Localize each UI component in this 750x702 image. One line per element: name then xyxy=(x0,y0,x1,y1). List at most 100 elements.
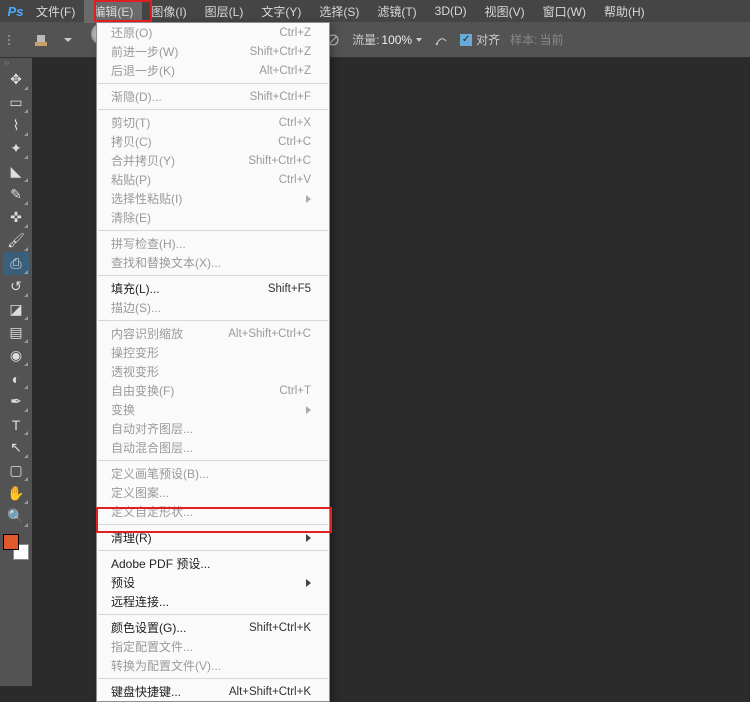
submenu-triangle-icon xyxy=(24,339,28,343)
menu-item-label: 后退一步(K) xyxy=(111,62,175,79)
menubar-item-3[interactable]: 图层(L) xyxy=(196,0,253,23)
menu-item: 合并拷贝(Y)Shift+Ctrl+C xyxy=(97,151,329,170)
menu-separator xyxy=(98,550,328,551)
active-tool-icon[interactable] xyxy=(30,29,52,51)
menu-item-label: 渐隐(D)... xyxy=(111,88,162,105)
marquee-tool[interactable]: ▭ xyxy=(3,91,29,114)
submenu-triangle-icon xyxy=(24,385,28,389)
app-logo: Ps xyxy=(4,0,27,22)
sample-value: 当前 xyxy=(539,31,563,48)
menu-item-label: 粘贴(P) xyxy=(111,171,151,188)
menu-item[interactable]: 远程连接... xyxy=(97,592,329,611)
sample-selector[interactable]: 样本: 当前 xyxy=(510,31,563,48)
edit-menu-dropdown: 还原(O)Ctrl+Z前进一步(W)Shift+Ctrl+Z后退一步(K)Alt… xyxy=(96,22,330,702)
menubar-item-0[interactable]: 文件(F) xyxy=(27,0,84,23)
menu-item-label: 清理(R) xyxy=(111,529,152,546)
menu-item[interactable]: 填充(L)...Shift+F5 xyxy=(97,279,329,298)
menu-item: 定义画笔预设(B)... xyxy=(97,464,329,483)
submenu-triangle-icon xyxy=(24,155,28,159)
airbrush-button[interactable] xyxy=(432,31,450,49)
blur-tool[interactable]: ◉ xyxy=(3,344,29,367)
menubar-item-2[interactable]: 图像(I) xyxy=(142,0,195,23)
menu-item: 粘贴(P)Ctrl+V xyxy=(97,170,329,189)
dodge-tool[interactable]: ◐ xyxy=(3,367,29,390)
menu-item-label: 填充(L)... xyxy=(111,280,160,297)
menu-item[interactable]: 清理(R) xyxy=(97,528,329,547)
submenu-triangle-icon xyxy=(24,362,28,366)
menu-item: 指定配置文件... xyxy=(97,637,329,656)
menu-item-label: 前进一步(W) xyxy=(111,43,178,60)
menu-item-shortcut: Ctrl+T xyxy=(279,385,311,397)
rectangle-tool[interactable]: ▢ xyxy=(3,459,29,482)
menu-item-label: 还原(O) xyxy=(111,24,152,41)
menu-separator xyxy=(98,83,328,84)
menu-separator xyxy=(98,275,328,276)
brush-tool[interactable]: 🖌 xyxy=(3,229,29,252)
menu-item-label: 内容识别缩放 xyxy=(111,325,183,342)
menu-item[interactable]: 颜色设置(G)...Shift+Ctrl+K xyxy=(97,618,329,637)
menubar-item-9[interactable]: 窗口(W) xyxy=(534,0,595,23)
menu-item-label: 透视变形 xyxy=(111,363,159,380)
menubar-item-5[interactable]: 选择(S) xyxy=(310,0,368,23)
pen-tool[interactable]: ✒ xyxy=(3,390,29,413)
eyedropper-tool[interactable]: ✎ xyxy=(3,183,29,206)
menu-item: 选择性粘贴(I) xyxy=(97,189,329,208)
menu-item-label: 剪切(T) xyxy=(111,114,150,131)
menu-item-label: 指定配置文件... xyxy=(111,638,193,655)
submenu-triangle-icon xyxy=(24,408,28,412)
menu-separator xyxy=(98,320,328,321)
menu-item: 还原(O)Ctrl+Z xyxy=(97,23,329,42)
menu-item-label: 选择性粘贴(I) xyxy=(111,190,182,207)
menu-item: 拼写检查(H)... xyxy=(97,234,329,253)
submenu-arrow-icon xyxy=(306,534,311,542)
fg-color-swatch[interactable] xyxy=(3,534,19,550)
menu-separator xyxy=(98,230,328,231)
zoom-tool[interactable]: 🔍 xyxy=(3,505,29,528)
submenu-triangle-icon xyxy=(24,293,28,297)
menu-item-shortcut: Shift+Ctrl+C xyxy=(248,155,311,167)
menubar-item-8[interactable]: 视图(V) xyxy=(476,0,534,23)
magic-wand-tool[interactable]: ✦ xyxy=(3,137,29,160)
menu-item-label: 自动对齐图层... xyxy=(111,420,193,437)
menu-item-label: 定义自定形状... xyxy=(111,503,193,520)
menu-separator xyxy=(98,524,328,525)
submenu-arrow-icon xyxy=(306,406,311,414)
menu-item: 内容识别缩放Alt+Shift+Ctrl+C xyxy=(97,324,329,343)
menubar-item-7[interactable]: 3D(D) xyxy=(426,1,476,21)
menubar-item-4[interactable]: 文字(Y) xyxy=(252,0,310,23)
healing-brush-tool[interactable]: ✜ xyxy=(3,206,29,229)
options-grip[interactable] xyxy=(8,26,16,54)
submenu-triangle-icon xyxy=(24,178,28,182)
menu-item-label: Adobe PDF 预设... xyxy=(111,555,210,572)
history-brush-tool[interactable]: ↺ xyxy=(3,275,29,298)
type-tool[interactable]: T xyxy=(3,413,29,436)
gradient-tool[interactable]: ▤ xyxy=(3,321,29,344)
submenu-triangle-icon xyxy=(24,500,28,504)
menu-item-label: 转换为配置文件(V)... xyxy=(111,657,221,674)
flow-field[interactable]: 流量: 100% xyxy=(352,31,422,48)
menu-item: 定义图案... xyxy=(97,483,329,502)
chevron-down-icon xyxy=(416,38,422,42)
lasso-tool[interactable]: ⌇ xyxy=(3,114,29,137)
menu-item-label: 清除(E) xyxy=(111,209,151,226)
menu-item-label: 远程连接... xyxy=(111,593,169,610)
menubar-item-6[interactable]: 滤镜(T) xyxy=(368,0,425,23)
menubar-item-1[interactable]: 编辑(E) xyxy=(84,0,142,23)
menu-item[interactable]: Adobe PDF 预设... xyxy=(97,554,329,573)
clone-stamp-tool[interactable]: ⎙ xyxy=(3,252,29,275)
path-select-tool[interactable]: ↖ xyxy=(3,436,29,459)
menu-item-label: 拷贝(C) xyxy=(111,133,152,150)
submenu-triangle-icon xyxy=(24,224,28,228)
move-tool[interactable]: ✥ xyxy=(3,68,29,91)
color-swatches[interactable] xyxy=(3,534,29,560)
flow-label: 流量: xyxy=(352,31,379,48)
crop-tool[interactable]: ◣ xyxy=(3,160,29,183)
hand-tool[interactable]: ✋ xyxy=(3,482,29,505)
menubar-item-10[interactable]: 帮助(H) xyxy=(595,0,654,23)
menu-item-label: 查找和替换文本(X)... xyxy=(111,254,221,271)
menu-item[interactable]: 预设 xyxy=(97,573,329,592)
menu-item: 清除(E) xyxy=(97,208,329,227)
tool-preset-dropdown-icon[interactable] xyxy=(64,38,72,42)
align-checkbox[interactable]: ✓ 对齐 xyxy=(460,31,500,48)
eraser-tool[interactable]: ◪ xyxy=(3,298,29,321)
